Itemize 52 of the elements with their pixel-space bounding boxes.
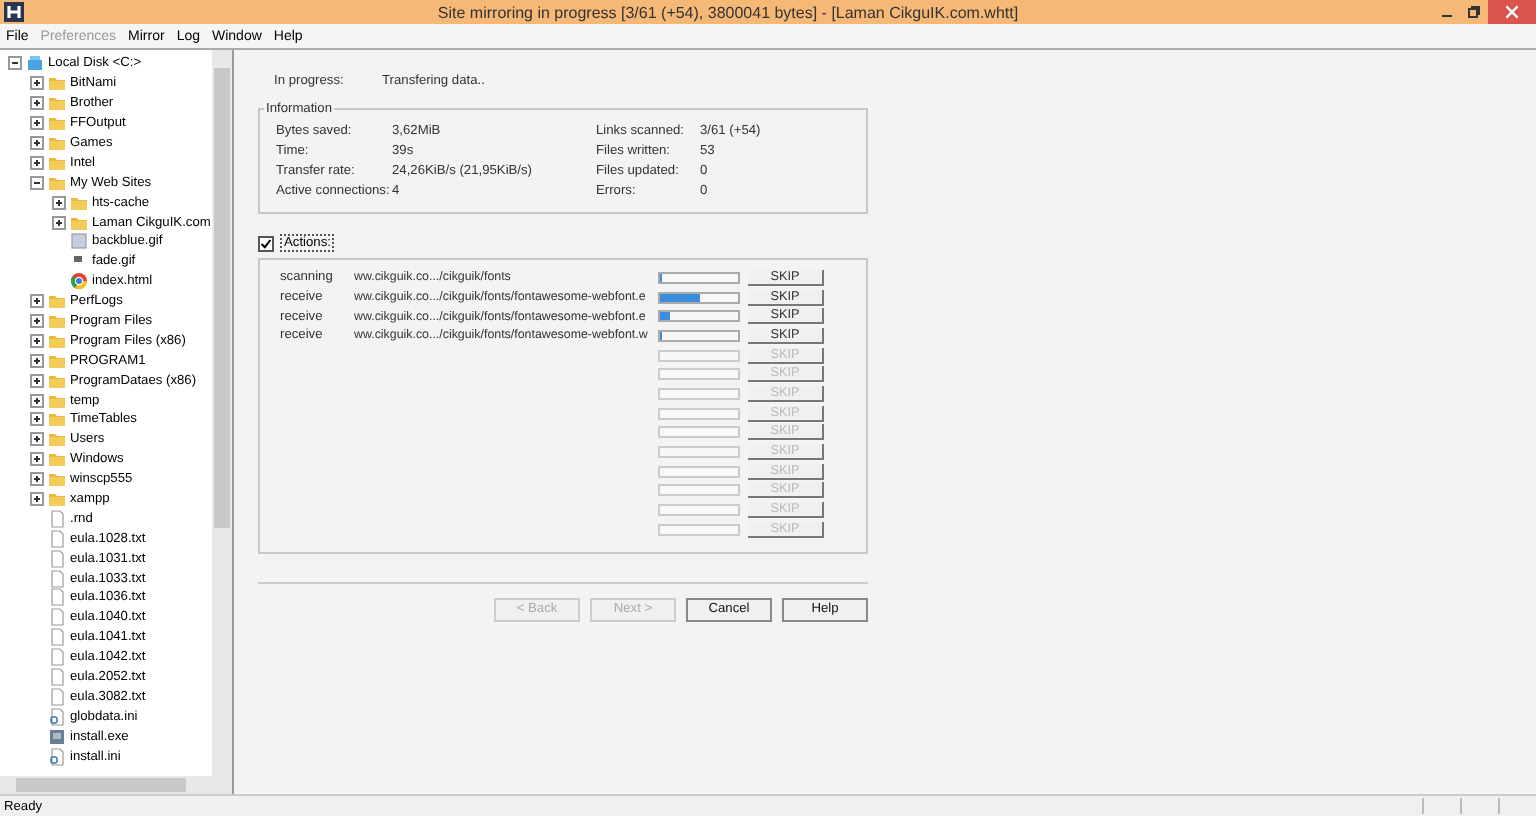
folder-icon xyxy=(48,490,66,509)
expand-icon[interactable] xyxy=(30,76,44,91)
folder-icon xyxy=(48,351,66,370)
folder-icon xyxy=(48,74,66,93)
expand-icon[interactable] xyxy=(30,412,44,427)
folder-icon xyxy=(48,94,66,113)
close-icon xyxy=(1506,6,1518,18)
settings-file-icon xyxy=(48,747,66,766)
scrollbar[interactable] xyxy=(0,776,232,794)
expand-icon[interactable] xyxy=(52,215,66,230)
folder-icon xyxy=(70,213,88,232)
folder-icon xyxy=(48,173,66,192)
actions-checkbox[interactable] xyxy=(258,235,274,251)
folder-icon xyxy=(48,391,66,410)
expand-icon[interactable] xyxy=(30,136,44,150)
close-button[interactable] xyxy=(1488,0,1536,24)
folder-icon xyxy=(48,450,66,469)
expand-icon[interactable] xyxy=(30,116,44,131)
folder-icon xyxy=(48,292,66,311)
window-title: Site mirroring in progress [3/61 (+54), 3800041 bytes] - [Laman CikguIK.com.whtt] xyxy=(435,3,1021,21)
folder-icon xyxy=(48,331,66,350)
collapse-icon[interactable] xyxy=(30,175,44,190)
folder-icon xyxy=(48,153,66,172)
program-icon xyxy=(48,727,66,746)
expand-icon[interactable] xyxy=(30,155,44,170)
expand-icon[interactable] xyxy=(30,96,44,111)
folder-icon xyxy=(48,430,66,449)
folder-icon xyxy=(48,371,66,390)
folder-icon xyxy=(48,312,66,331)
expand-icon[interactable] xyxy=(30,373,44,388)
restore-icon[interactable] xyxy=(1468,6,1480,18)
expand-icon[interactable] xyxy=(30,472,44,487)
folder-icon xyxy=(48,114,66,133)
settings-file-icon xyxy=(48,707,66,726)
folder-icon xyxy=(48,470,66,489)
browser-icon xyxy=(70,272,88,291)
folder-icon xyxy=(48,410,66,429)
scrollbar[interactable] xyxy=(212,50,232,776)
expand-icon[interactable] xyxy=(30,353,44,368)
drive-icon xyxy=(26,54,44,73)
expand-icon[interactable] xyxy=(30,393,44,408)
expand-icon[interactable] xyxy=(30,294,44,309)
expand-icon[interactable] xyxy=(30,432,44,447)
image-file-icon xyxy=(70,232,88,251)
collapse-icon[interactable] xyxy=(8,56,22,71)
folder-icon xyxy=(70,193,88,212)
expand-icon[interactable] xyxy=(30,492,44,507)
expand-icon[interactable] xyxy=(30,314,44,329)
expand-icon[interactable] xyxy=(52,195,66,210)
expand-icon[interactable] xyxy=(30,452,44,467)
folder-icon xyxy=(48,134,66,152)
expand-icon[interactable] xyxy=(30,333,44,348)
